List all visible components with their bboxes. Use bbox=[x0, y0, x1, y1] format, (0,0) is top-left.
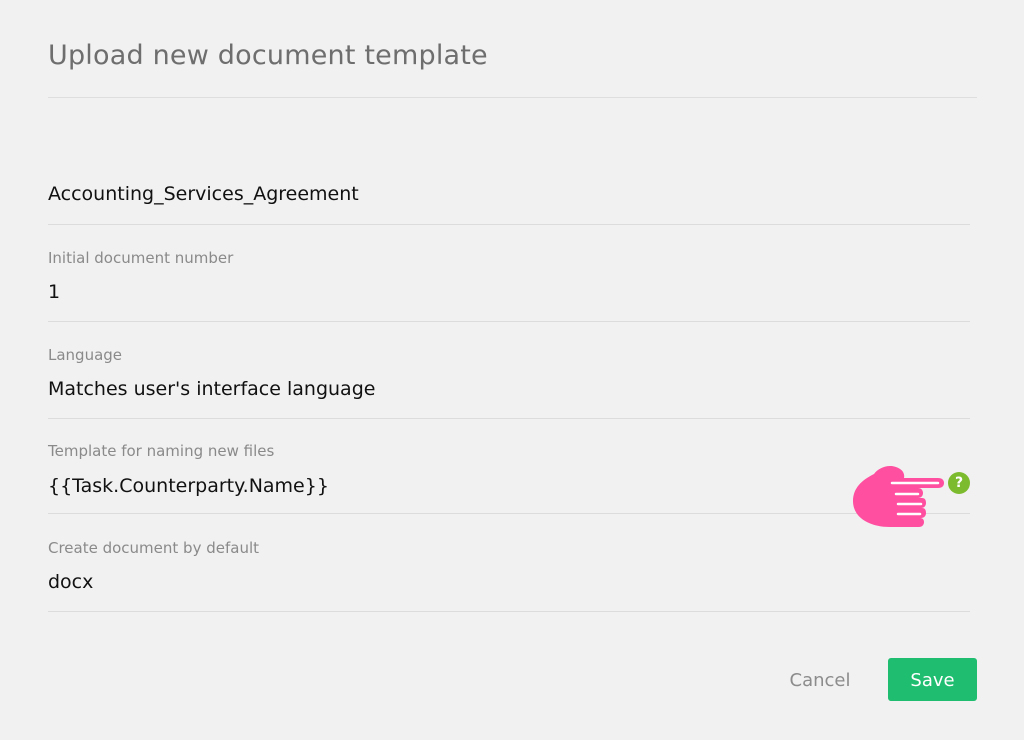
initial-number-field: Initial document number bbox=[48, 225, 970, 322]
default-format-label: Create document by default bbox=[48, 539, 260, 557]
file-naming-template-field: Template for naming new files ? bbox=[48, 419, 970, 514]
pointing-hand-icon bbox=[853, 465, 944, 527]
file-naming-template-label: Template for naming new files bbox=[48, 442, 275, 460]
default-format-select[interactable]: docx bbox=[48, 571, 848, 593]
default-format-field: Create document by default docx bbox=[48, 514, 970, 612]
save-button[interactable]: Save bbox=[888, 658, 977, 701]
dialog-title: Upload new document template bbox=[48, 40, 488, 71]
initial-number-label: Initial document number bbox=[48, 249, 234, 267]
template-name-input[interactable] bbox=[48, 183, 848, 205]
title-divider bbox=[48, 97, 977, 98]
cancel-button[interactable]: Cancel bbox=[770, 659, 870, 701]
language-select[interactable]: Matches user's interface language bbox=[48, 378, 848, 400]
initial-number-input[interactable] bbox=[48, 281, 848, 303]
language-label: Language bbox=[48, 346, 123, 364]
question-icon[interactable]: ? bbox=[948, 472, 970, 494]
template-name-field bbox=[48, 150, 970, 225]
language-field: Language Matches user's interface langua… bbox=[48, 322, 970, 419]
file-naming-template-input[interactable] bbox=[48, 475, 848, 497]
